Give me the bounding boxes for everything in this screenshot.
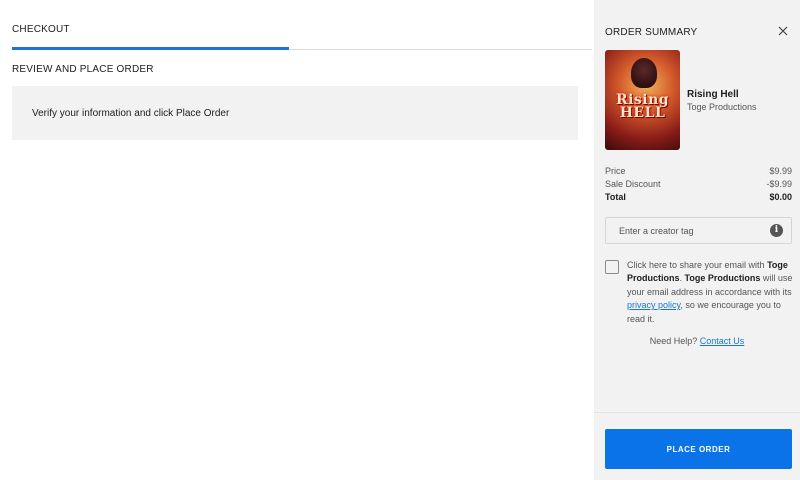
- order-summary-panel: ORDER SUMMARY Rising HELL Rising Hell To…: [594, 0, 800, 480]
- close-icon: [778, 26, 788, 36]
- price-row: Price $9.99: [605, 166, 792, 176]
- tab-checkout[interactable]: CHECKOUT: [12, 24, 70, 35]
- info-text: Verify your information and click Place …: [32, 108, 230, 119]
- need-help: Need Help? Contact Us: [594, 336, 800, 346]
- total-value: $0.00: [769, 192, 792, 202]
- product-developer: Toge Productions: [687, 102, 757, 112]
- place-order-button[interactable]: PLACE ORDER: [605, 429, 792, 469]
- close-button[interactable]: [774, 22, 792, 40]
- tab-active-indicator: [12, 47, 289, 50]
- share-email-text: Click here to share your email with Toge…: [627, 259, 795, 326]
- cover-logo-line2: HELL: [619, 105, 666, 121]
- order-summary-title: ORDER SUMMARY: [605, 27, 698, 38]
- creator-tag-field: i: [605, 217, 792, 244]
- need-help-text: Need Help?: [649, 336, 700, 346]
- contact-us-link[interactable]: Contact Us: [700, 336, 745, 346]
- info-box: Verify your information and click Place …: [12, 86, 578, 140]
- section-title: REVIEW AND PLACE ORDER: [12, 64, 154, 75]
- share-email-checkbox[interactable]: [605, 260, 619, 274]
- product-cover-image: Rising HELL: [605, 50, 680, 150]
- share-text-prefix: Click here to share your email with: [627, 260, 768, 270]
- product-name: Rising Hell: [687, 89, 739, 100]
- info-icon[interactable]: i: [770, 224, 783, 237]
- summary-footer: PLACE ORDER: [594, 412, 800, 480]
- creator-tag-input[interactable]: [606, 218, 766, 243]
- discount-value: -$9.99: [766, 179, 792, 189]
- checkout-panel: CHECKOUT REVIEW AND PLACE ORDER Verify y…: [0, 0, 594, 480]
- discount-row: Sale Discount -$9.99: [605, 179, 792, 189]
- total-label: Total: [605, 192, 626, 202]
- discount-label: Sale Discount: [605, 179, 661, 189]
- cover-logo: Rising HELL: [605, 93, 680, 121]
- cover-character-figure: [631, 58, 657, 88]
- total-row: Total $0.00: [605, 192, 792, 202]
- checkout-tabbar: CHECKOUT: [12, 0, 592, 50]
- price-label: Price: [605, 166, 626, 176]
- share-company-name-2: Toge Productions: [684, 273, 761, 284]
- price-value: $9.99: [769, 166, 792, 176]
- privacy-policy-link[interactable]: privacy policy: [627, 300, 680, 310]
